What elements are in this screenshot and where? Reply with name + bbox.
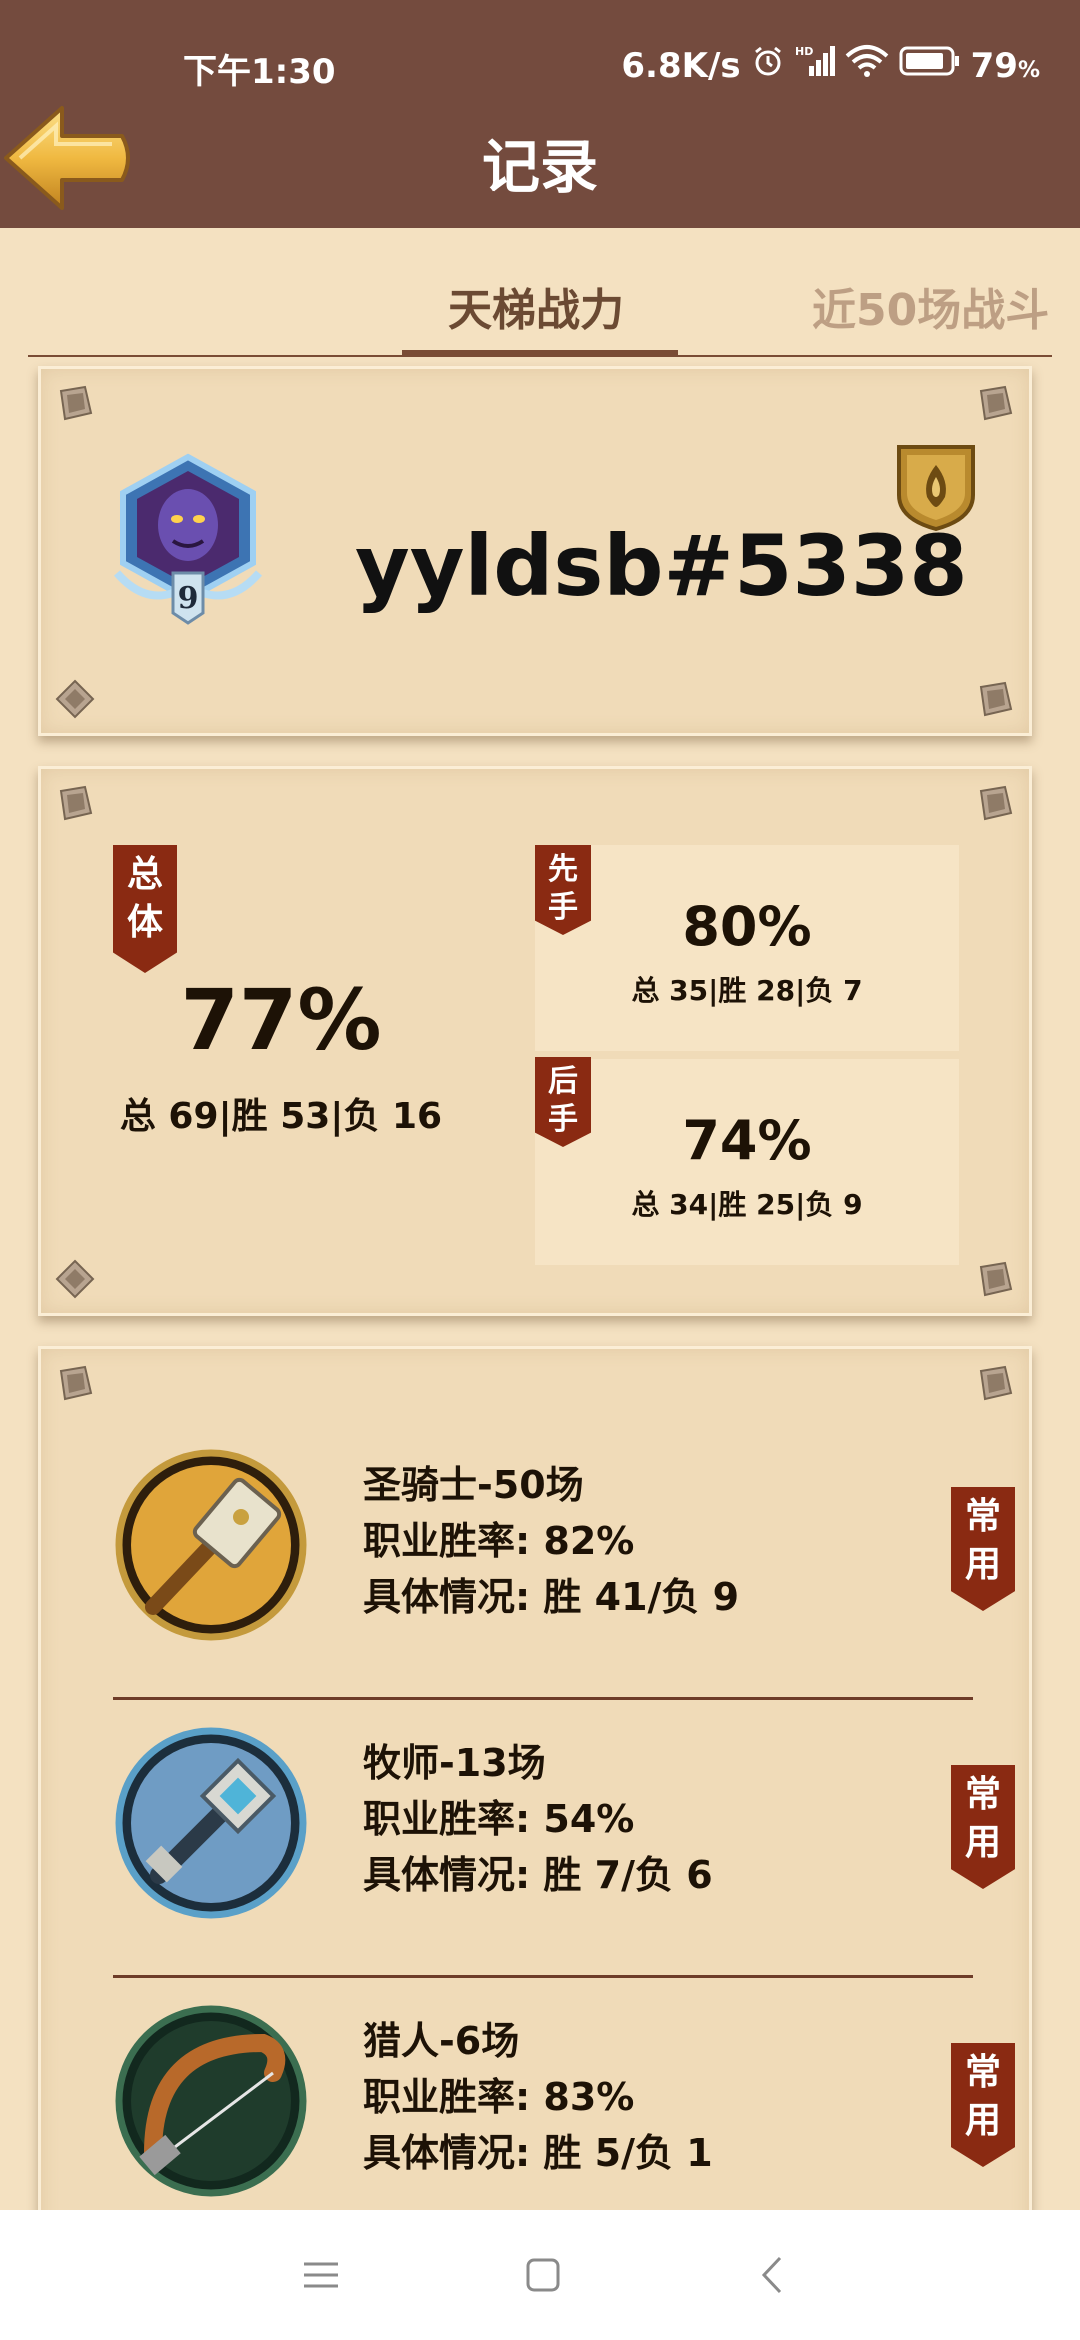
- wifi-icon: [845, 44, 889, 87]
- bow-icon: [113, 2003, 309, 2199]
- first-hand-summary: 总 35|胜 28|负 7: [631, 974, 863, 1007]
- svg-text:HD: HD: [795, 45, 813, 58]
- status-time: 下午1:30: [183, 52, 336, 92]
- back-icon[interactable]: [748, 2250, 798, 2300]
- hd-signal-icon: HD: [795, 44, 835, 87]
- system-navbar: [0, 2210, 1080, 2340]
- second-hand-label: 后手: [548, 1064, 578, 1137]
- first-hand-winrate: 80%: [682, 895, 812, 958]
- status-right: 6.8K/s HD 79%: [621, 44, 1040, 87]
- hero-row-priest[interactable]: 牧师-13场 职业胜率: 54% 具体情况: 胜 7/负 6 常用: [113, 1695, 1015, 1973]
- rivet-icon: [55, 1259, 95, 1299]
- battery-value: 79: [970, 45, 1018, 86]
- hero-title: 牧师-13场: [363, 1741, 546, 1785]
- hero-list-card: 圣骑士-50场 职业胜率: 82% 具体情况: 胜 41/负 9 常用 牧师-1…: [38, 1346, 1032, 2340]
- battery-icon: [899, 45, 961, 86]
- frequent-tag-label: 常用: [964, 1496, 1001, 1585]
- hero-row-paladin[interactable]: 圣骑士-50场 职业胜率: 82% 具体情况: 胜 41/负 9 常用: [113, 1417, 1015, 1695]
- rivet-icon: [975, 383, 1015, 423]
- hammer-icon: [113, 1447, 309, 1643]
- overall-label: 总体: [126, 854, 163, 943]
- rivet-icon: [55, 383, 95, 423]
- class-emblem-icon[interactable]: [889, 437, 983, 532]
- rivet-icon: [55, 1363, 95, 1403]
- first-hand-box: 80% 总 35|胜 28|负 7: [535, 845, 959, 1051]
- hero-info: 牧师-13场 职业胜率: 54% 具体情况: 胜 7/负 6: [363, 1735, 713, 1903]
- tab-recent-50-battles[interactable]: 近50场战斗: [812, 274, 1049, 338]
- overall-winrate: 77%: [180, 971, 382, 1069]
- frequent-tag: 常用: [951, 1487, 1015, 1611]
- battery-unit: %: [1017, 57, 1040, 83]
- tab-ladder-power[interactable]: 天梯战力: [448, 274, 624, 338]
- menu-icon[interactable]: [296, 2250, 346, 2300]
- frequent-tag: 常用: [951, 1765, 1015, 1889]
- username: yyldsb#5338: [355, 517, 968, 615]
- hero-info: 圣骑士-50场 职业胜率: 82% 具体情况: 胜 41/负 9: [363, 1457, 739, 1625]
- rank-level: 9: [178, 581, 199, 616]
- alarm-icon: [751, 44, 785, 87]
- mace-icon: [113, 1725, 309, 1921]
- rivet-icon: [55, 783, 95, 823]
- rivet-icon: [975, 783, 1015, 823]
- frequent-tag-label: 常用: [964, 1774, 1001, 1863]
- hero-detail: 具体情况: 胜 7/负 6: [363, 1853, 713, 1897]
- frequent-tag-label: 常用: [964, 2052, 1001, 2141]
- tabs-divider: [28, 355, 1052, 357]
- overall-ribbon: 总体: [113, 845, 177, 973]
- status-bar: 下午1:30 6.8K/s HD 79%: [0, 44, 1080, 92]
- hero-title: 猎人-6场: [363, 2019, 520, 2063]
- second-hand-ribbon: 后手: [535, 1057, 591, 1147]
- hero-winrate: 职业胜率: 82%: [363, 1519, 635, 1563]
- tab-bar: 天梯战力 近50场战斗: [28, 228, 1052, 358]
- second-hand-summary: 总 34|胜 25|负 9: [631, 1188, 863, 1221]
- home-icon[interactable]: [518, 2250, 568, 2300]
- frequent-tag: 常用: [951, 2043, 1015, 2167]
- rivet-icon: [975, 1363, 1015, 1403]
- second-hand-box: 74% 总 34|胜 25|负 9: [535, 1059, 959, 1265]
- rivet-icon: [975, 1259, 1015, 1299]
- net-speed: 6.8K/s: [621, 45, 741, 86]
- rank-medal-icon: 9: [113, 453, 263, 627]
- second-hand-winrate: 74%: [682, 1109, 812, 1172]
- page-title: 记录: [481, 133, 598, 201]
- winrate-card: 总体 77% 总 69|胜 53|负 16 80% 总 35|胜 28|负 7 …: [38, 766, 1032, 1316]
- first-hand-ribbon: 先手: [535, 845, 591, 935]
- hero-detail: 具体情况: 胜 5/负 1: [363, 2131, 713, 2175]
- app-header: 下午1:30 6.8K/s HD 79% 记录: [0, 0, 1080, 228]
- first-hand-label: 先手: [548, 852, 578, 925]
- hero-detail: 具体情况: 胜 41/负 9: [363, 1575, 740, 1619]
- hero-winrate: 职业胜率: 83%: [363, 2075, 635, 2119]
- battery-percent: 79%: [971, 46, 1040, 86]
- rivet-icon: [55, 679, 95, 719]
- overall-summary: 总 69|胜 53|负 16: [119, 1096, 443, 1137]
- hero-title: 圣骑士-50场: [363, 1463, 584, 1507]
- profile-card: 9 yyldsb#5338: [38, 366, 1032, 736]
- hero-info: 猎人-6场 职业胜率: 83% 具体情况: 胜 5/负 1: [363, 2013, 713, 2181]
- rivet-icon: [975, 679, 1015, 719]
- hero-winrate: 职业胜率: 54%: [363, 1797, 635, 1841]
